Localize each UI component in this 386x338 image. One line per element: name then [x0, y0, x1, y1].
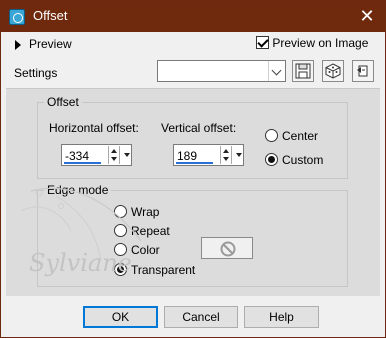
- radio-wrap[interactable]: [114, 205, 127, 218]
- offset-group: Offset Horizontal offset: -334 Vertical …: [37, 95, 348, 179]
- preview-label: Preview: [29, 37, 72, 51]
- repeat-label: Repeat: [131, 224, 170, 238]
- horizontal-offset-label: Horizontal offset:: [49, 121, 139, 135]
- window-title: Offset: [33, 8, 68, 23]
- edge-color-swatch[interactable]: [201, 237, 253, 259]
- transparent-label: Transparent: [131, 263, 196, 277]
- checkbox-box[interactable]: [256, 36, 269, 49]
- save-preset-button[interactable]: [292, 60, 314, 82]
- wrap-label: Wrap: [131, 205, 160, 219]
- color-label: Color: [131, 243, 160, 257]
- offset-group-title: Offset: [44, 95, 82, 109]
- expand-arrow-icon: [15, 40, 21, 50]
- random-button[interactable]: [322, 60, 344, 82]
- edge-mode-group: Edge mode Wrap Repeat Color Transparent: [37, 183, 348, 287]
- radio-transparent[interactable]: [114, 263, 127, 276]
- horizontal-offset-value[interactable]: -334: [65, 149, 89, 163]
- no-color-icon: [220, 241, 236, 257]
- custom-radio[interactable]: Custom: [265, 153, 323, 169]
- ok-button[interactable]: OK: [83, 306, 158, 328]
- preview-on-image-label: Preview on Image: [272, 36, 369, 50]
- settings-dropdown[interactable]: [157, 60, 286, 82]
- preview-on-image-checkbox[interactable]: Preview on Image: [256, 36, 368, 52]
- wrap-radio[interactable]: Wrap: [114, 205, 159, 221]
- focus-underline: [176, 162, 213, 164]
- close-icon[interactable]: ✕: [353, 4, 381, 28]
- offset-dialog: Offset ✕ Preview Preview on Image Settin…: [0, 0, 386, 338]
- edge-mode-group-title: Edge mode: [44, 183, 112, 197]
- reset-icon: [357, 65, 368, 77]
- radio-custom[interactable]: [265, 153, 278, 166]
- color-radio[interactable]: Color: [114, 243, 160, 259]
- horizontal-offset-input[interactable]: -334: [61, 144, 132, 166]
- vertical-offset-input[interactable]: 189: [173, 144, 244, 166]
- center-radio[interactable]: Center: [265, 129, 318, 145]
- radio-repeat[interactable]: [114, 224, 127, 237]
- center-label: Center: [282, 129, 319, 143]
- repeat-radio[interactable]: Repeat: [114, 224, 170, 240]
- dialog-content: Offset Horizontal offset: -334 Vertical …: [6, 88, 380, 296]
- vertical-offset-value[interactable]: 189: [177, 149, 197, 163]
- save-preset-icon: [295, 63, 311, 79]
- transparent-radio[interactable]: Transparent: [114, 263, 195, 279]
- focus-underline: [64, 162, 101, 164]
- radio-center[interactable]: [265, 129, 278, 142]
- random-icon: [325, 63, 341, 79]
- cancel-button[interactable]: Cancel: [164, 306, 238, 328]
- spin-arrows-icon[interactable]: [108, 146, 120, 164]
- vertical-offset-label: Vertical offset:: [161, 121, 237, 135]
- spin-arrows-icon[interactable]: [220, 146, 232, 164]
- radio-color[interactable]: [114, 243, 127, 256]
- dropdown-arrow-icon[interactable]: [236, 153, 242, 157]
- title-bar[interactable]: Offset ✕: [1, 1, 386, 32]
- settings-label: Settings: [14, 66, 58, 80]
- custom-label: Custom: [282, 153, 324, 167]
- dropdown-arrow-icon[interactable]: [124, 153, 130, 157]
- help-button[interactable]: Help: [244, 306, 319, 328]
- app-icon: [9, 9, 25, 25]
- reset-button[interactable]: [352, 60, 374, 82]
- chevron-down-icon[interactable]: [268, 61, 285, 81]
